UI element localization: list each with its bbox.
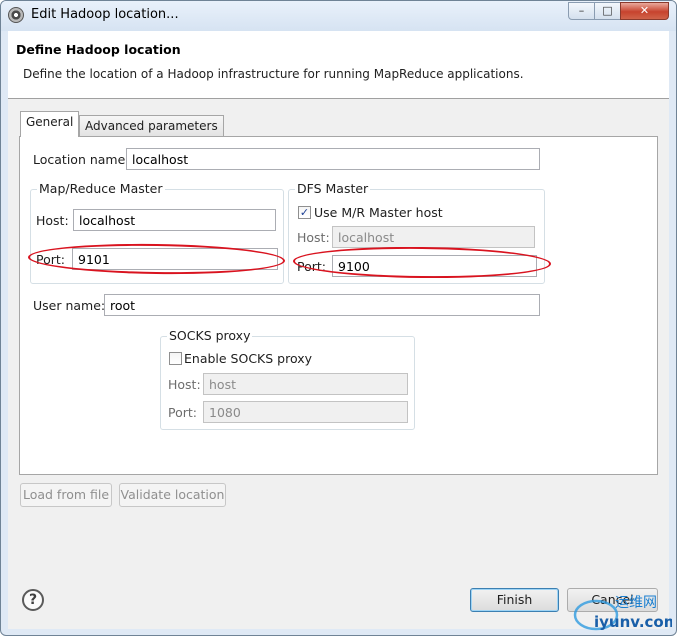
dfs-host-label: Host:	[297, 230, 330, 245]
socks-host-label: Host:	[168, 377, 201, 392]
user-name-input[interactable]	[104, 294, 540, 316]
load-from-file-button[interactable]: Load from file	[20, 483, 112, 507]
window-title: Edit Hadoop location...	[31, 7, 179, 22]
location-name-label: Location name:	[33, 152, 130, 167]
title-bar[interactable]: Edit Hadoop location... – □ ✕	[1, 1, 676, 31]
use-mr-master-host-checkbox[interactable]: ✓	[298, 206, 311, 219]
enable-socks-proxy-label: Enable SOCKS proxy	[184, 351, 313, 366]
socks-port-label: Port:	[168, 405, 197, 420]
dialog-client-area: Define Hadoop location Define the locati…	[8, 31, 669, 629]
validate-location-button[interactable]: Validate location	[119, 483, 226, 507]
socks-host-input[interactable]	[203, 373, 408, 395]
mr-host-label: Host:	[36, 213, 69, 228]
header-description: Define the location of a Hadoop infrastr…	[23, 67, 524, 81]
general-tab-panel: Location name: Map/Reduce Master Host: P…	[19, 136, 658, 475]
dialog-window: Edit Hadoop location... – □ ✕ Define Had…	[0, 0, 677, 636]
dfs-host-input[interactable]	[332, 226, 535, 248]
maximize-button[interactable]: □	[594, 2, 621, 20]
watermark-line2: iyunv.com	[594, 613, 672, 631]
mr-host-input[interactable]	[73, 209, 276, 231]
user-name-label: User name:	[33, 298, 106, 313]
tab-advanced-parameters[interactable]: Advanced parameters	[79, 115, 224, 137]
tab-general[interactable]: General	[20, 111, 80, 137]
header-title: Define Hadoop location	[16, 42, 181, 57]
socks-port-input[interactable]	[203, 401, 408, 423]
close-button[interactable]: ✕	[620, 2, 669, 20]
site-watermark-logo: 运维网 iyunv.com	[573, 595, 672, 631]
finish-button[interactable]: Finish	[470, 588, 559, 612]
socks-proxy-legend: SOCKS proxy	[167, 328, 253, 343]
mapreduce-master-legend: Map/Reduce Master	[37, 181, 165, 196]
help-icon[interactable]: ?	[22, 589, 44, 611]
dfs-master-legend: DFS Master	[295, 181, 371, 196]
watermark-line1: 运维网	[615, 595, 657, 611]
location-name-input[interactable]	[126, 148, 540, 170]
socks-proxy-group: SOCKS proxy Enable SOCKS proxy Host: Por…	[160, 328, 415, 430]
use-mr-master-host-label: Use M/R Master host	[314, 205, 443, 220]
dialog-header: Define Hadoop location Define the locati…	[8, 31, 669, 99]
eclipse-app-icon	[8, 7, 24, 23]
enable-socks-proxy-checkbox[interactable]	[169, 352, 182, 365]
minimize-button[interactable]: –	[568, 2, 595, 20]
